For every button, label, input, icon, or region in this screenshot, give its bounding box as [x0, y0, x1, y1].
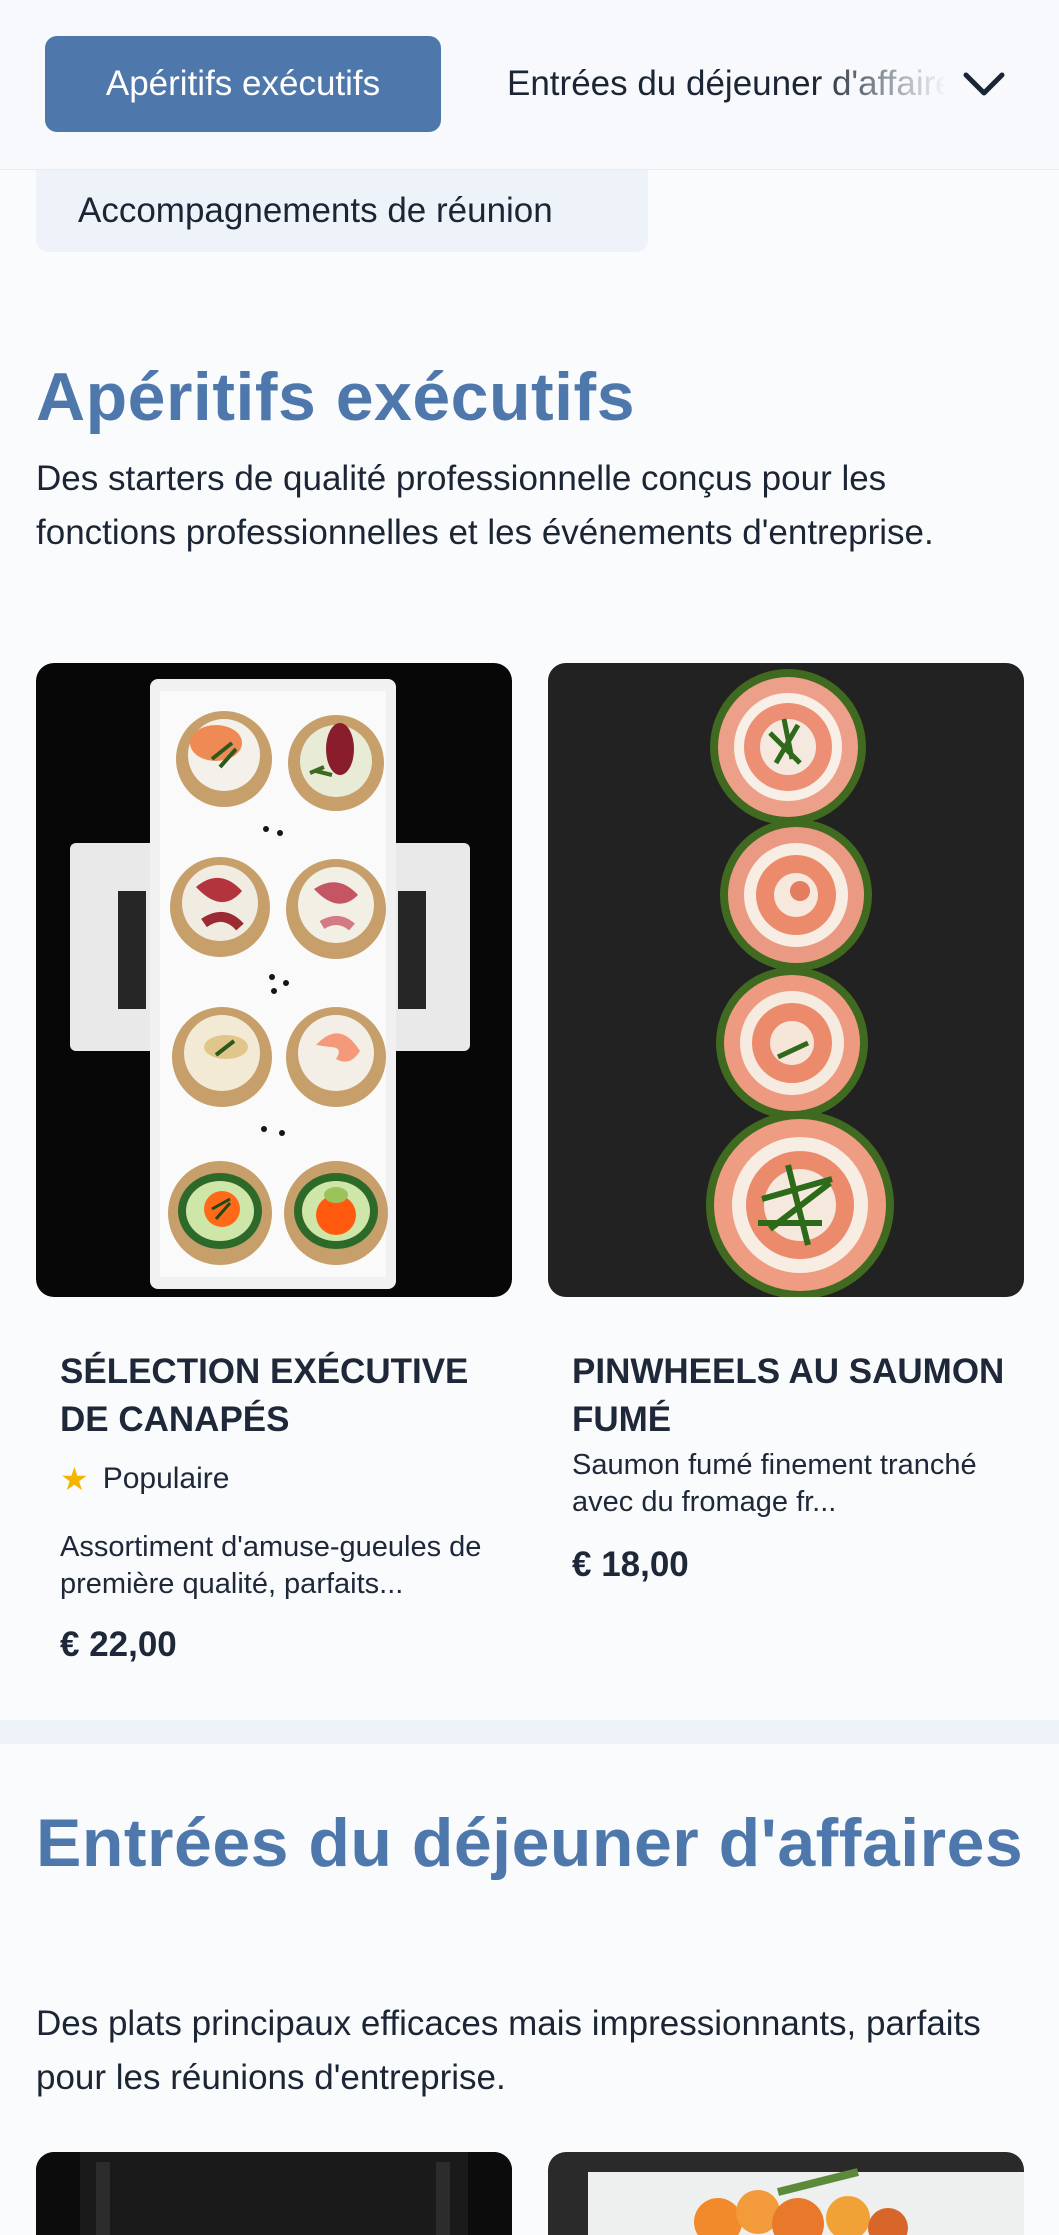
section-description: Des plats principaux efficaces mais impr… [36, 2004, 981, 2097]
canapes-photo [36, 663, 512, 1297]
menu-item-card[interactable]: Pinwheels au saumon fumé Saumon fumé fin… [548, 663, 1024, 1603]
tab-aperitifs-executifs[interactable]: Apéritifs exécutifs [45, 36, 441, 132]
tab-entrees-dejeuner[interactable]: Entrées du déjeuner d'affaires [507, 36, 947, 132]
menu-item-price: € 22,00 [60, 1625, 177, 1664]
star-icon: ★ [60, 1461, 89, 1497]
tab-accompagnements[interactable]: Accompagnements de réunion [36, 170, 648, 252]
menu-item-name: Pinwheels au saumon fumé [572, 1352, 1005, 1439]
chevron-down-icon[interactable] [960, 60, 1008, 108]
menu-item-name: Sélection exécutive de canapés [60, 1352, 469, 1439]
category-nav: Apéritifs exécutifs Entrées du déjeuner … [0, 0, 1059, 170]
salmon-pinwheels-photo [548, 663, 1024, 1297]
popular-badge: ★ Populaire [60, 1460, 229, 1498]
menu-item-description: Saumon fumé finement tranché avec du fro… [572, 1449, 977, 1518]
menu-item-description: Assortiment d'amuse-gueules de première … [60, 1531, 482, 1600]
section-title: Apéritifs exécutifs [36, 359, 636, 435]
menu-item-price: € 18,00 [572, 1545, 689, 1584]
badge-label: Populaire [102, 1462, 230, 1495]
section-title: Entrées du déjeuner d'affaires [36, 1805, 1024, 1881]
section-description: Des starters de qualité professionnelle … [36, 459, 934, 552]
menu-item-photo [548, 2152, 1024, 2235]
menu-item-photo [36, 2152, 512, 2235]
menu-item-card[interactable]: Sélection exécutive de canapés ★ Populai… [36, 663, 512, 1683]
section-divider [0, 1720, 1059, 1744]
